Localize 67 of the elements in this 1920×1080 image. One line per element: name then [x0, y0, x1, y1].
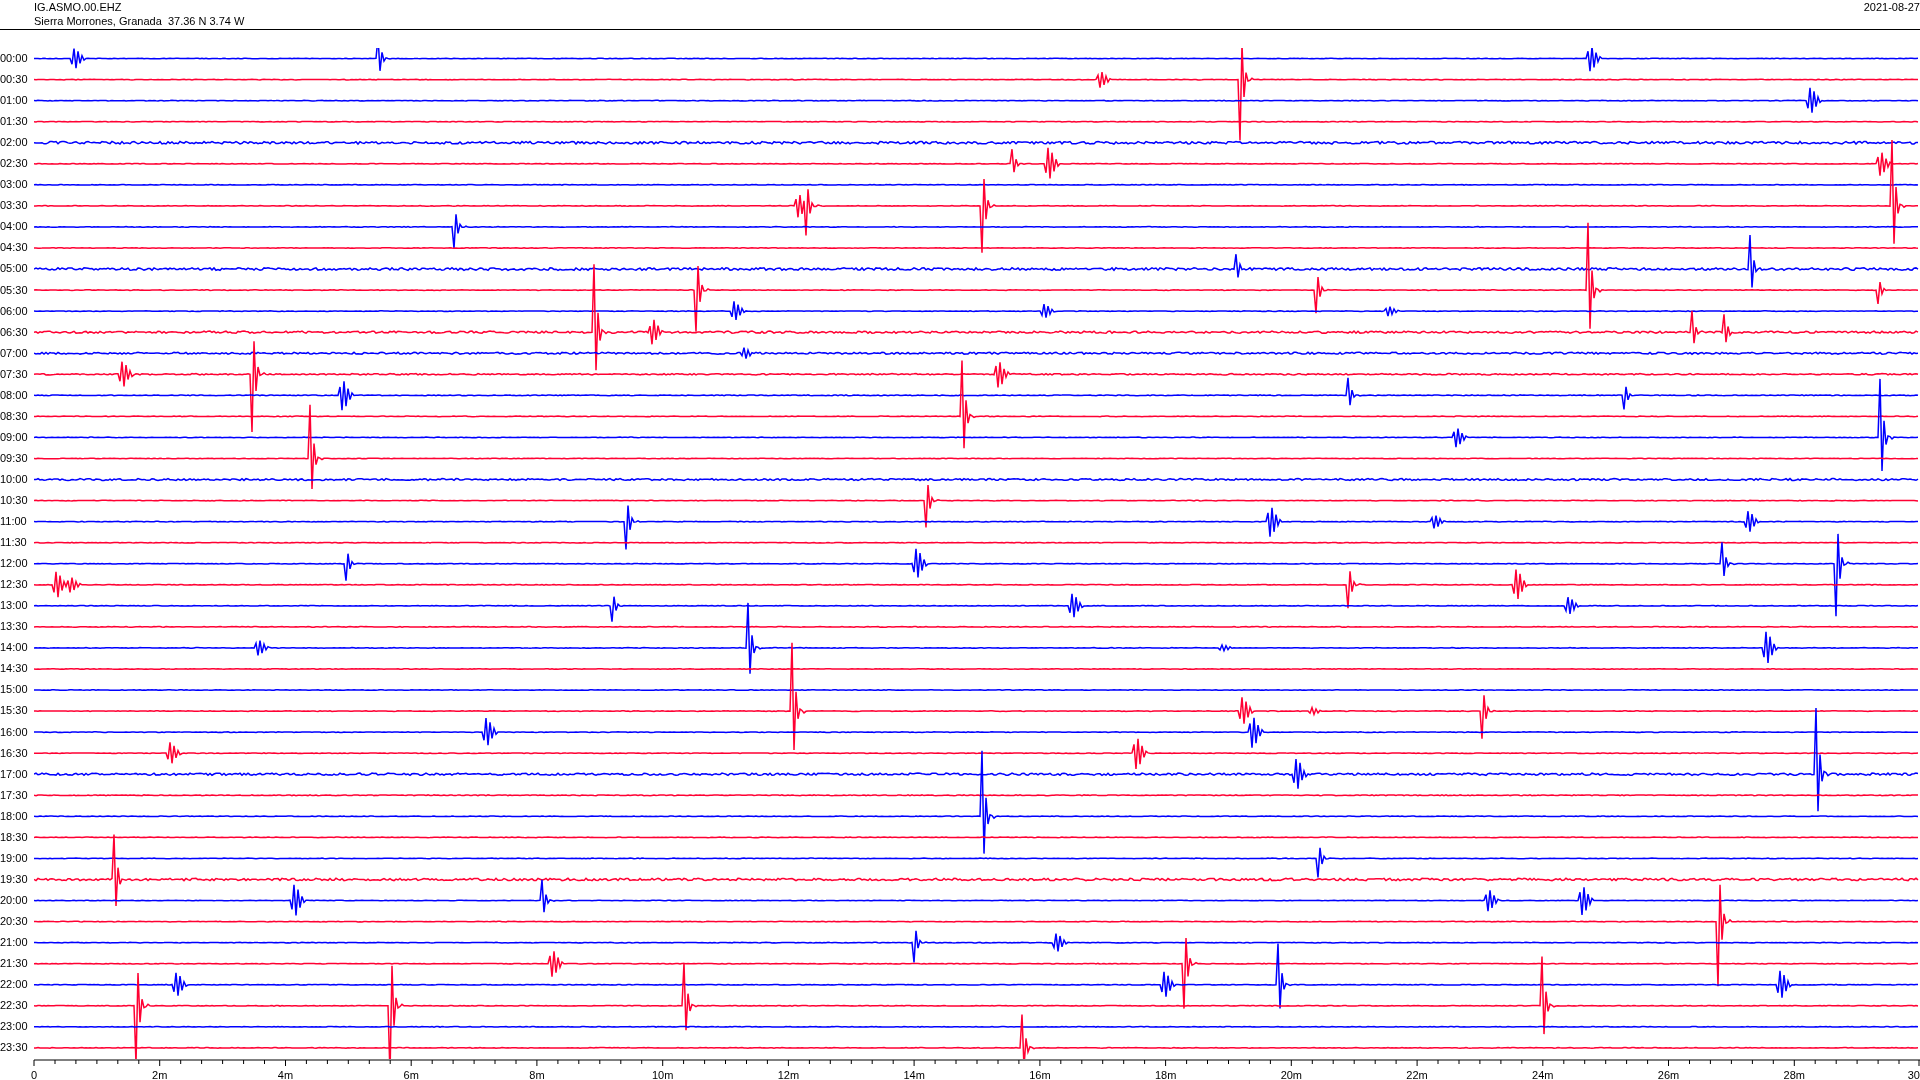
axis-tick-label: 30	[1907, 1069, 1920, 1080]
time-label: 07:30	[0, 366, 29, 382]
time-label: 22:00	[0, 977, 29, 993]
time-label: 03:00	[0, 177, 29, 193]
time-label: 06:30	[0, 324, 29, 340]
time-label: 11:00	[0, 514, 28, 530]
axis-tick-label: 26m	[1657, 1069, 1680, 1080]
axis-tick-label: 20m	[1280, 1069, 1303, 1080]
axis-tick-label: 8m	[529, 1069, 545, 1080]
axis-tick-label: 6m	[403, 1069, 419, 1080]
time-label: 14:30	[0, 661, 29, 677]
axis-tick-label: 10m	[651, 1069, 674, 1080]
time-label: 20:00	[0, 892, 29, 908]
station-location: Sierra Morrones, Granada 37.36 N 3.74 W	[34, 14, 245, 28]
time-label: 02:00	[0, 135, 29, 151]
time-label: 22:30	[0, 998, 29, 1014]
time-label: 21:00	[0, 934, 29, 950]
time-label: 15:30	[0, 703, 29, 719]
axis-tick-label: 14m	[903, 1069, 925, 1080]
time-label: 12:30	[0, 577, 29, 593]
time-label: 08:00	[0, 387, 29, 403]
time-label: 17:00	[0, 766, 29, 782]
time-label: 16:00	[0, 724, 29, 740]
time-label: 13:00	[0, 598, 29, 614]
axis-tick-label: 24m	[1532, 1069, 1554, 1080]
time-label: 23:00	[0, 1019, 29, 1035]
time-label: 17:30	[0, 787, 29, 803]
time-label: 12:00	[0, 556, 29, 572]
time-label: 10:30	[0, 493, 29, 508]
axis-tick-label: 4m	[277, 1069, 294, 1080]
axis-tick-label: 16m	[1029, 1069, 1051, 1080]
axis-tick-label: 28m	[1783, 1069, 1805, 1080]
axis-tick-label: 22m	[1406, 1069, 1428, 1080]
time-label: 20:30	[0, 913, 29, 929]
time-label: 04:30	[0, 240, 29, 256]
time-label: 21:30	[0, 956, 29, 971]
time-label: 06:00	[0, 303, 29, 319]
axis-tick-label: 2m	[152, 1069, 168, 1080]
plot-date: 2021-08-27	[1863, 0, 1920, 14]
axis-tick-label: 18m	[1154, 1069, 1177, 1080]
time-label: 23:30	[0, 1040, 29, 1056]
axis-tick-label: 12m	[777, 1069, 800, 1080]
time-label: 09:00	[0, 429, 29, 445]
time-label: 13:30	[0, 619, 29, 635]
time-label: 15:00	[0, 682, 29, 698]
time-label: 01:00	[0, 93, 29, 109]
time-label: 09:30	[0, 450, 29, 466]
station-code: IG.ASMO.00.EHZ	[34, 0, 123, 14]
time-label: 00:30	[0, 72, 29, 88]
time-label: 11:30	[0, 535, 28, 551]
time-label: 01:30	[0, 114, 29, 130]
time-label: 18:00	[0, 808, 29, 824]
time-label: 10:00	[0, 471, 29, 487]
time-label: 07:00	[0, 345, 29, 361]
time-label: 03:30	[0, 198, 29, 214]
time-label: 19:00	[0, 850, 29, 866]
time-label: 05:30	[0, 282, 29, 298]
time-label: 18:30	[0, 829, 29, 845]
time-label: 02:30	[0, 156, 29, 172]
time-label: 08:30	[0, 408, 29, 424]
time-label: 14:00	[0, 640, 29, 656]
time-label: 04:00	[0, 219, 29, 235]
time-label: 16:30	[0, 745, 29, 761]
axis-tick-label: 0	[30, 1069, 38, 1080]
time-label: 05:00	[0, 261, 29, 277]
time-label: 19:30	[0, 871, 29, 887]
time-label: 00:00	[0, 51, 29, 66]
